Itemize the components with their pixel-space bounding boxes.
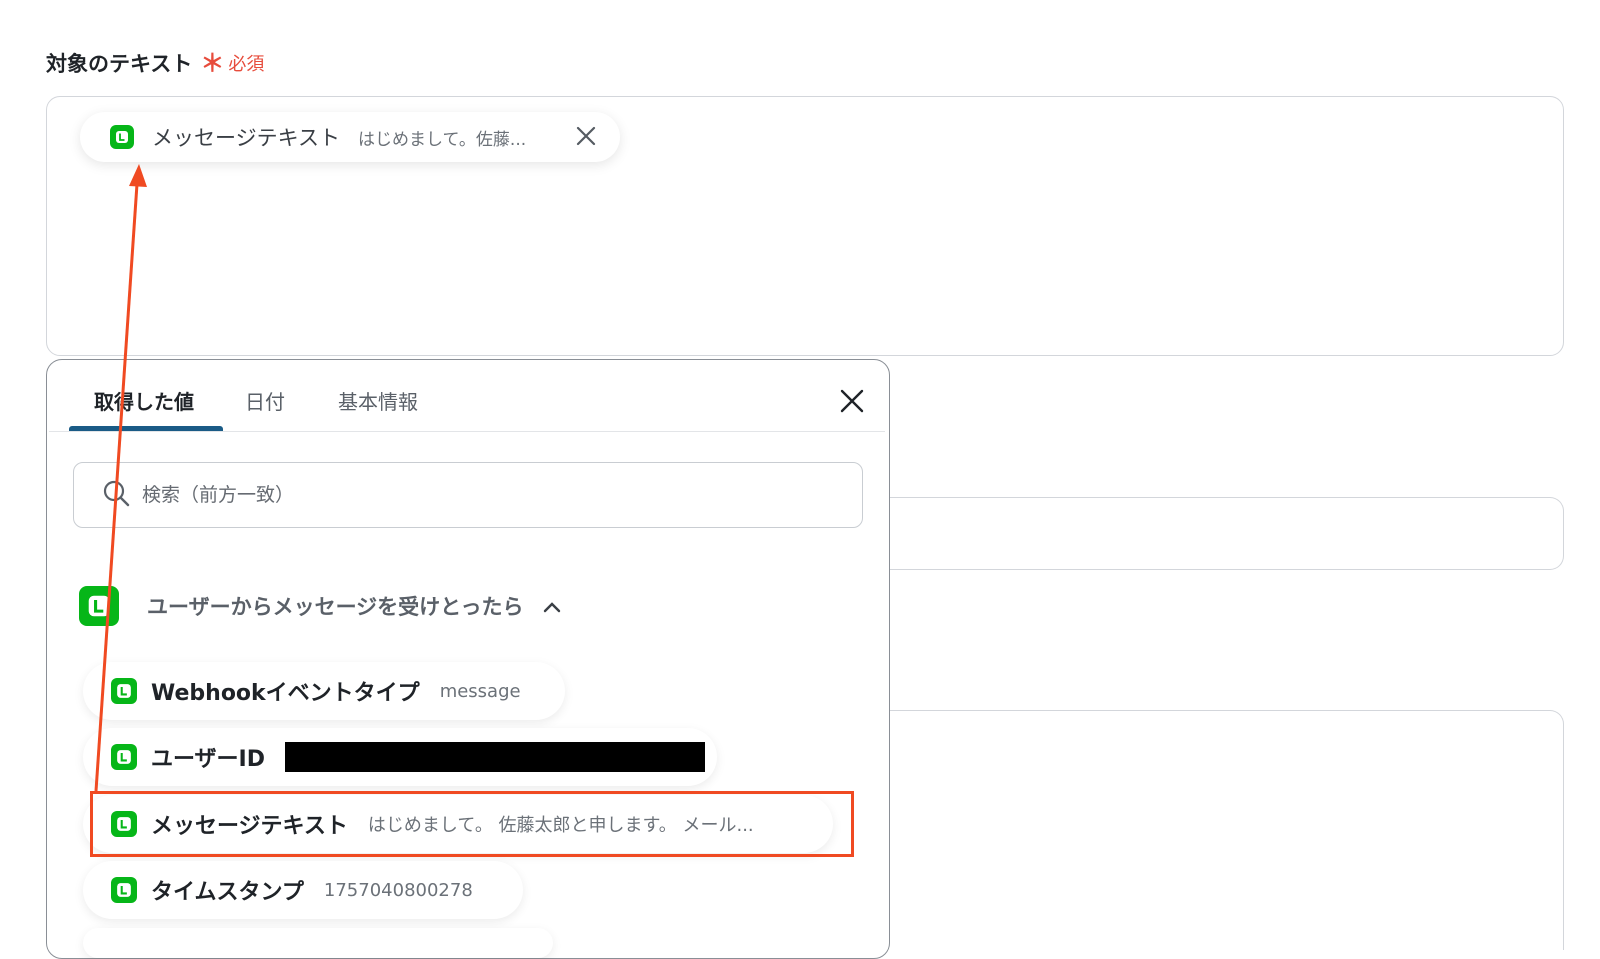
required-text: 必須 [228,54,265,75]
search-icon [102,479,130,511]
background-field[interactable] [860,497,1564,570]
item-label: Webhookイベントタイプ [151,681,420,706]
item-value: 1757040800278 [323,879,473,901]
section-header[interactable]: ユーザーからメッセージを受けとったら [79,586,562,626]
item-label: タイムスタンプ [151,880,304,905]
line-icon [111,877,137,903]
item-value: message [439,680,521,702]
field-label: 対象のテキスト ＊ 必須 [46,48,264,78]
tab-divider [49,431,885,432]
token-chip-label: メッセージテキスト [152,126,340,150]
list-item-webhook-event-type[interactable]: Webhookイベントタイプ message [83,662,565,720]
list-item-partial[interactable] [83,928,553,958]
token-chip-message-text[interactable]: メッセージテキスト はじめまして。佐藤... [80,112,620,162]
close-icon[interactable] [837,386,867,416]
redacted-value [285,742,706,772]
search-field[interactable] [73,462,863,528]
section-title: ユーザーからメッセージを受けとったら [147,595,524,619]
close-icon[interactable] [574,124,598,148]
list-item-timestamp[interactable]: タイムスタンプ 1757040800278 [83,861,523,919]
annotation-highlight [90,791,854,857]
line-icon [111,744,137,770]
background-field[interactable] [860,710,1564,950]
line-icon [110,125,134,149]
item-label: ユーザーID [151,747,266,772]
line-icon [79,586,119,626]
tab-acquired-values[interactable]: 取得した値 [94,386,194,415]
search-input[interactable] [140,483,744,507]
line-icon [111,678,137,704]
list-item-user-id[interactable]: ユーザーID [83,728,717,786]
required-mark: ＊ [200,49,225,77]
tab-basic-info[interactable]: 基本情報 [338,386,418,415]
tab-date[interactable]: 日付 [245,386,285,415]
field-label-text: 対象のテキスト [46,52,193,76]
value-picker-popup: 取得した値 日付 基本情報 ユーザーからメッセージを受けとったら Webhook… [46,359,890,959]
chevron-up-icon[interactable] [542,599,562,613]
token-chip-value: はじめまして。佐藤... [357,129,527,150]
